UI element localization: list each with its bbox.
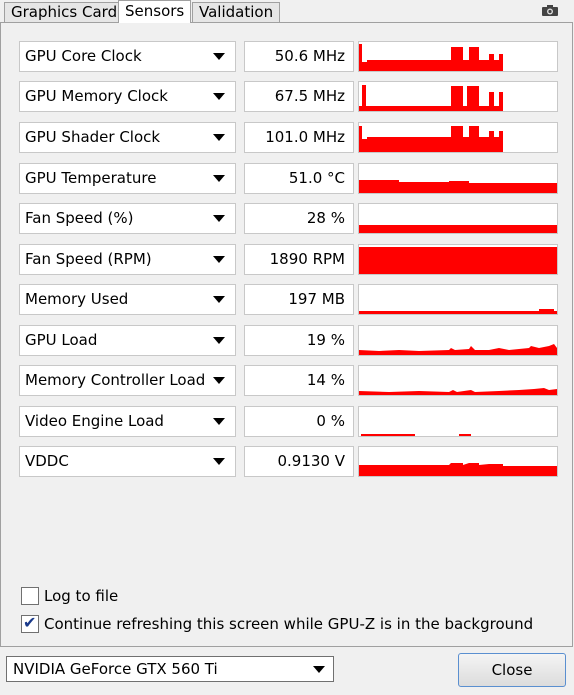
sensor-row: Fan Speed (%) 28 %: [19, 203, 559, 234]
sensor-select[interactable]: Fan Speed (RPM): [19, 244, 236, 275]
camera-icon[interactable]: [542, 5, 558, 16]
sensor-name: Video Engine Load: [25, 412, 164, 430]
sensor-value: 14 %: [244, 365, 354, 396]
sensor-select[interactable]: Memory Controller Load: [19, 365, 236, 396]
sensor-row: GPU Load 19 %: [19, 325, 559, 356]
sensor-name: Memory Used: [25, 290, 129, 308]
tab-graphics-card[interactable]: Graphics Card: [4, 2, 125, 22]
sensor-row: GPU Memory Clock 67.5 MHz: [19, 81, 559, 112]
chevron-down-icon: [213, 418, 225, 425]
checkmark-icon: ✔: [23, 613, 37, 632]
sensor-graph: [358, 122, 558, 153]
sensors-panel: GPU Core Clock 50.6 MHz GPU Memory Clock…: [0, 22, 573, 647]
sensor-name: VDDC: [25, 452, 69, 470]
gpu-select-value: NVIDIA GeForce GTX 560 Ti: [13, 660, 218, 678]
sensor-row: Video Engine Load 0 %: [19, 406, 559, 437]
sensor-name: GPU Load: [25, 331, 98, 349]
gpu-select[interactable]: NVIDIA GeForce GTX 560 Ti: [6, 656, 334, 682]
sensor-name: GPU Memory Clock: [25, 87, 168, 105]
sensor-name: GPU Shader Clock: [25, 128, 161, 146]
sensor-row: GPU Shader Clock 101.0 MHz: [19, 122, 559, 153]
chevron-down-icon: [313, 666, 325, 673]
sensor-value: 50.6 MHz: [244, 41, 354, 72]
sensor-graph: [358, 325, 558, 356]
chevron-down-icon: [213, 134, 225, 141]
log-to-file-label: Log to file: [44, 587, 119, 605]
sensor-name: Memory Controller Load: [25, 371, 206, 389]
sensor-name: Fan Speed (%): [25, 209, 134, 227]
sensor-select[interactable]: Memory Used: [19, 284, 236, 315]
sensor-select[interactable]: GPU Shader Clock: [19, 122, 236, 153]
sensor-name: Fan Speed (RPM): [25, 250, 152, 268]
sensor-value: 67.5 MHz: [244, 81, 354, 112]
sensor-value: 0 %: [244, 406, 354, 437]
sensor-value: 1890 RPM: [244, 244, 354, 275]
sensor-row: GPU Core Clock 50.6 MHz: [19, 41, 559, 72]
sensor-graph: [358, 406, 558, 437]
chevron-down-icon: [213, 256, 225, 263]
close-button[interactable]: Close: [458, 653, 566, 687]
sensor-graph: [358, 81, 558, 112]
sensor-graph: [358, 163, 558, 194]
chevron-down-icon: [213, 215, 225, 222]
sensor-value: 0.9130 V: [244, 446, 354, 477]
log-to-file-checkbox[interactable]: [21, 587, 39, 605]
sensor-select[interactable]: GPU Memory Clock: [19, 81, 236, 112]
sensor-select[interactable]: GPU Load: [19, 325, 236, 356]
sensor-graph: [358, 244, 558, 275]
chevron-down-icon: [213, 377, 225, 384]
sensor-name: GPU Temperature: [25, 169, 157, 187]
chevron-down-icon: [213, 53, 225, 60]
sensor-graph: [358, 41, 558, 72]
sensor-graph: [358, 203, 558, 234]
sensor-graph: [358, 365, 558, 396]
sensor-select[interactable]: Fan Speed (%): [19, 203, 236, 234]
tab-sensors[interactable]: Sensors: [118, 0, 192, 23]
continue-refresh-checkbox[interactable]: ✔: [21, 613, 39, 633]
sensor-value: 19 %: [244, 325, 354, 356]
chevron-down-icon: [213, 337, 225, 344]
sensor-row: Memory Controller Load 14 %: [19, 365, 559, 396]
sensor-row: Memory Used 197 MB: [19, 284, 559, 315]
sensor-value: 101.0 MHz: [244, 122, 354, 153]
sensor-value: 28 %: [244, 203, 354, 234]
sensor-graph: [358, 284, 558, 315]
chevron-down-icon: [213, 93, 225, 100]
sensor-row: GPU Temperature 51.0 °C: [19, 163, 559, 194]
sensor-select[interactable]: GPU Temperature: [19, 163, 236, 194]
sensor-select[interactable]: VDDC: [19, 446, 236, 477]
sensor-row: VDDC 0.9130 V: [19, 446, 559, 477]
sensor-value: 197 MB: [244, 284, 354, 315]
sensor-row: Fan Speed (RPM) 1890 RPM: [19, 244, 559, 275]
chevron-down-icon: [213, 175, 225, 182]
sensor-name: GPU Core Clock: [25, 47, 142, 65]
sensor-select[interactable]: GPU Core Clock: [19, 41, 236, 72]
chevron-down-icon: [213, 458, 225, 465]
tab-validation[interactable]: Validation: [192, 2, 281, 22]
sensor-value: 51.0 °C: [244, 163, 354, 194]
sensor-select[interactable]: Video Engine Load: [19, 406, 236, 437]
sensor-graph: [358, 446, 558, 477]
chevron-down-icon: [213, 296, 225, 303]
continue-refresh-label: Continue refreshing this screen while GP…: [44, 615, 534, 633]
tab-bar: Graphics Card Sensors Validation: [0, 0, 574, 23]
